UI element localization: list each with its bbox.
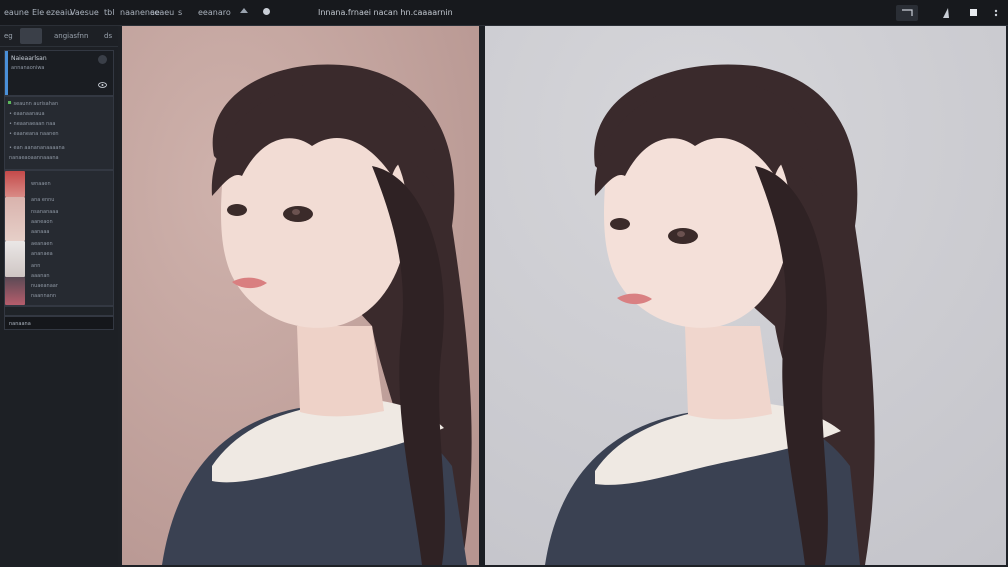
selection-marker (5, 51, 8, 95)
property-line: ana ennu (31, 197, 55, 203)
property-line: aaanan (31, 273, 50, 279)
menu-item-tools[interactable]: tbl (104, 7, 114, 19)
properties-panel: wnaaen ana ennu nsananaaa aaneaon aanaaa… (4, 170, 114, 306)
status-dot (8, 101, 11, 104)
eye-icon[interactable] (98, 73, 107, 92)
sidebar-tabs: eg angiasfnn ds (0, 26, 118, 47)
brush-icon[interactable] (262, 7, 271, 20)
properties-footer (4, 306, 114, 324)
menu-item-separator: s (178, 8, 183, 17)
layout-button[interactable] (896, 5, 918, 21)
thumbnail-image[interactable] (5, 197, 25, 241)
property-line: aeanaen (31, 241, 53, 247)
sidebar-tab-2[interactable]: angiasfnn (54, 30, 88, 42)
canvas-right[interactable] (485, 26, 1006, 565)
layer-item[interactable]: • seaunn aurisahan (9, 101, 58, 108)
menu-bar: eaune Ele ezeaiu Vaesue tbl naanenae cea… (0, 0, 1008, 26)
property-line: aanaaa (31, 229, 50, 235)
layer-item[interactable]: • neaanaeaan naa (9, 121, 55, 128)
more-button[interactable] (990, 5, 1002, 21)
property-line: ann (31, 263, 41, 269)
status-row: nanaana (4, 316, 114, 330)
menu-item-image[interactable]: ezeaiu (46, 7, 72, 19)
menu-item-file[interactable]: eaune (4, 7, 29, 19)
pen-button[interactable] (940, 5, 952, 21)
menu-item-extra[interactable] (240, 7, 248, 19)
portrait-image-left (122, 26, 479, 565)
property-line: ananaea (31, 251, 53, 257)
property-line: aaneaon (31, 219, 53, 225)
property-line: wnaaen (31, 181, 51, 187)
sidebar-tab-3[interactable]: ds (104, 30, 112, 42)
layers-subtitle: annanaoniwa (11, 65, 45, 71)
menu-item-filter[interactable]: eeanaro (198, 7, 231, 19)
portrait-image-right (485, 26, 1006, 565)
caret-icon (240, 8, 248, 13)
layer-item[interactable]: • ean aanananaaaana (9, 145, 65, 152)
layer-item[interactable]: • eaanaanaua (9, 111, 45, 118)
status-label: nanaana (9, 321, 31, 327)
square-icon (970, 9, 977, 16)
layers-list: • seaunn aurisahan • eaanaanaua • neaana… (4, 96, 114, 170)
left-sidebar: eg angiasfnn ds Naieaarlsan annanaoniwa … (0, 26, 118, 567)
square-button[interactable] (968, 5, 980, 21)
canvas-left[interactable] (122, 26, 479, 565)
more-icon (994, 9, 998, 17)
document-title: Innana.frnaei nacan hn.caaaarnin (318, 8, 453, 17)
menu-item-edit[interactable]: Ele (32, 7, 44, 19)
menu-item-help[interactable]: ceaeu (150, 7, 174, 19)
menu-item-view[interactable]: Vaesue (70, 7, 99, 19)
tab-thumbnail[interactable] (20, 28, 42, 44)
layout-icon (902, 9, 913, 16)
thumbnail-image[interactable] (5, 171, 25, 197)
sidebar-tab-1[interactable]: eg (4, 30, 13, 42)
layer-item[interactable]: • eaaneana naanen (9, 131, 59, 138)
property-line: nuaeanaar (31, 283, 58, 289)
property-line: naannann (31, 293, 57, 299)
thumbnail-image[interactable] (5, 277, 25, 305)
layers-panel-header: Naieaarlsan annanaoniwa (4, 50, 114, 96)
thumbnail-image[interactable] (5, 241, 25, 277)
layers-title: Naieaarlsan (11, 55, 47, 62)
property-line: nsananaaa (31, 209, 59, 215)
info-icon[interactable] (98, 55, 107, 64)
layer-item[interactable]: nanaeaoaannaaana (9, 155, 59, 162)
pen-icon (943, 8, 949, 18)
